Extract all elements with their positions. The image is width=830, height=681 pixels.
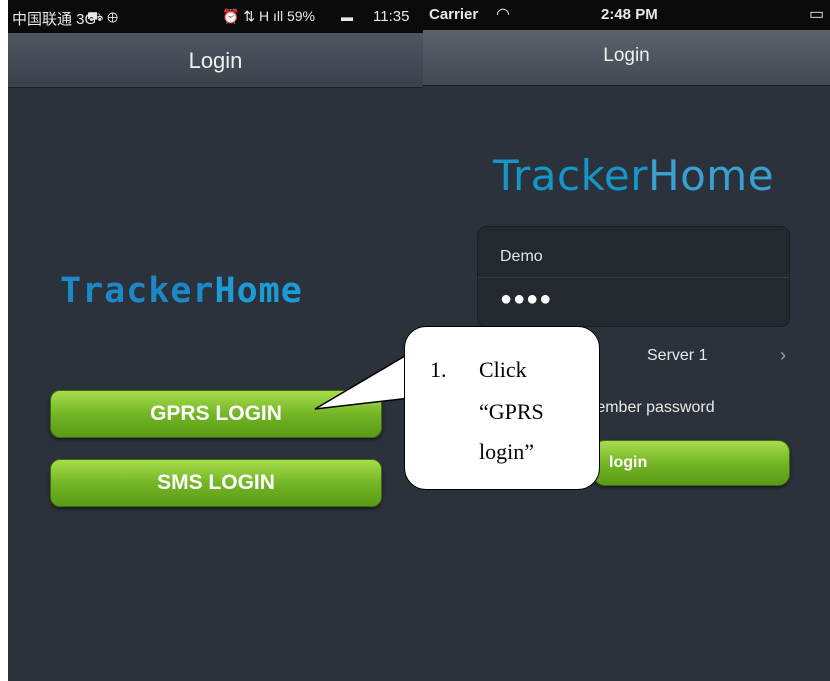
instruction-callout: 1. Click “GPRS login” (404, 326, 600, 490)
instruction-line: “GPRS (479, 399, 544, 424)
callout-joint (405, 354, 413, 397)
instruction-line: Click (479, 357, 527, 382)
step-number: 1. (430, 357, 447, 382)
instruction-line: login” (479, 439, 534, 464)
